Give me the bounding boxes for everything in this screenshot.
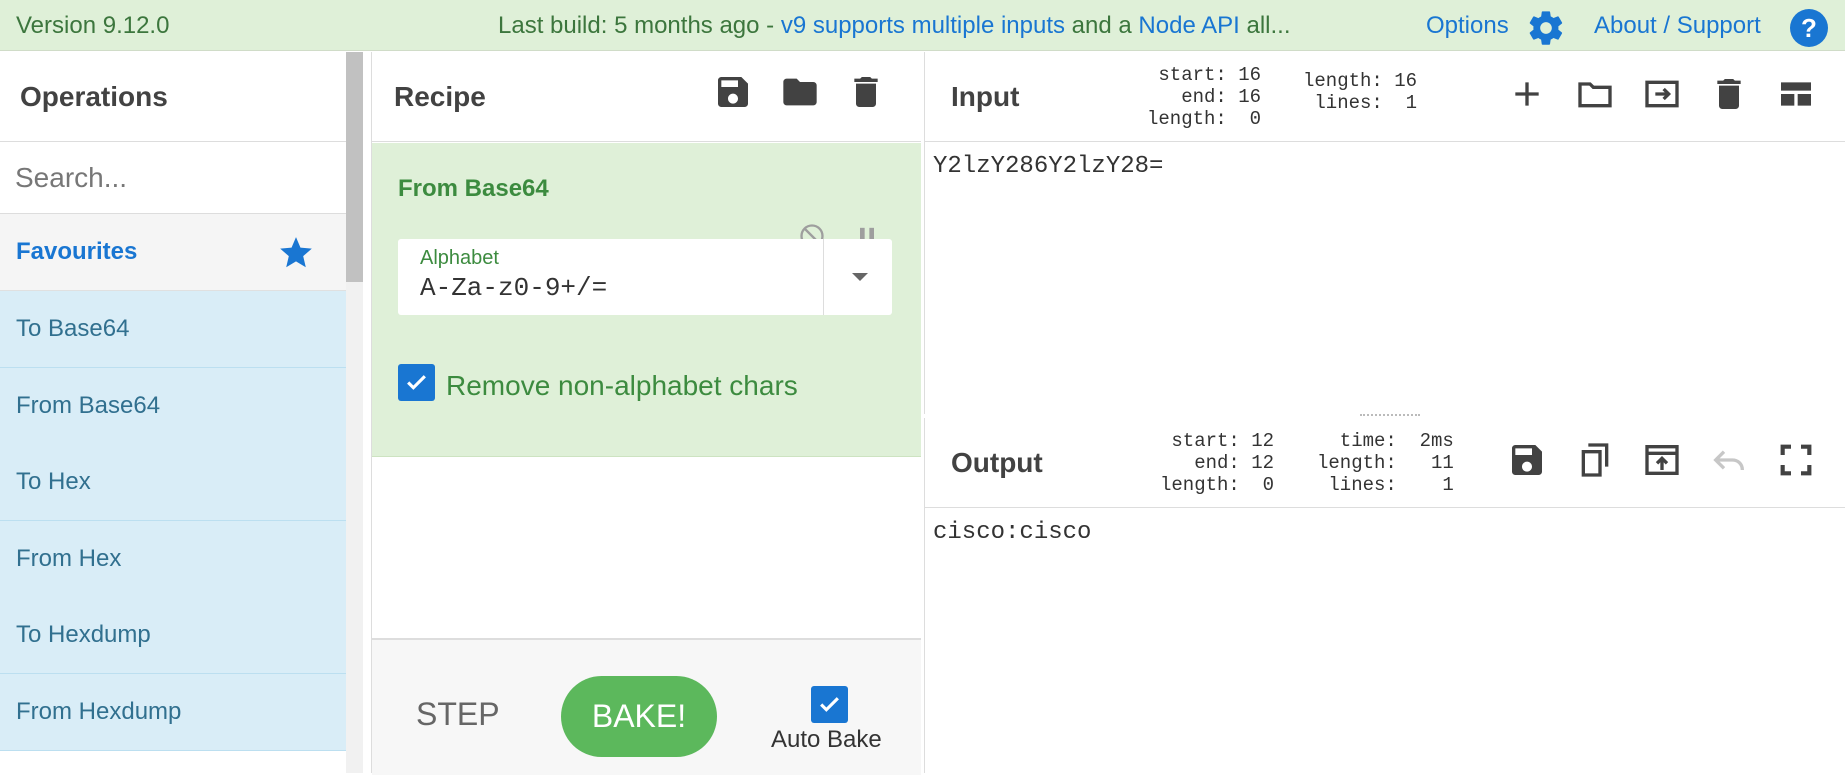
save-icon[interactable] [713, 72, 753, 112]
operation-item-to-base64[interactable]: To Base64 [0, 291, 346, 368]
remove-nonalphabet-checkbox[interactable] [398, 364, 435, 401]
output-selection-stats: start: 12 end: 12 length: 0 [1160, 430, 1275, 496]
recipe-panel: Recipe From Base64 Alphabet A-Za-z0-9+/=… [371, 52, 921, 775]
input-header: Input start: 16 end: 16 length: 0 length… [925, 52, 1845, 142]
input-text[interactable]: Y2lzY286Y2lzY28= [933, 153, 1163, 180]
star-icon[interactable] [277, 234, 315, 272]
favourites-header[interactable]: Favourites [0, 214, 346, 291]
options-link[interactable]: Options [1426, 12, 1509, 40]
input-length-stats: length: 16 lines: 1 [1303, 70, 1418, 114]
copy-icon[interactable] [1575, 440, 1615, 480]
trash-icon[interactable] [1709, 74, 1749, 114]
recipe-operation-card[interactable]: From Base64 Alphabet A-Za-z0-9+/= Remove… [372, 143, 921, 457]
operations-scrollbar-thumb[interactable] [346, 52, 363, 282]
operation-item-to-hexdump[interactable]: To Hexdump [0, 597, 346, 674]
notice-prefix: Last build: 5 months ago - [498, 12, 781, 39]
notice-suffix: all... [1239, 12, 1291, 39]
checkmark-icon [820, 697, 839, 712]
operations-title: Operations [0, 52, 346, 142]
output-time-stats: time: 2ms length: 11 lines: 1 [1317, 430, 1454, 496]
auto-bake-label: Auto Bake [771, 726, 882, 753]
open-file-icon[interactable] [1642, 74, 1682, 114]
top-banner: Version 9.12.0 Last build: 5 months ago … [0, 0, 1845, 51]
help-icon[interactable]: ? [1790, 9, 1828, 47]
favourites-label: Favourites [16, 238, 138, 265]
notice-and: and a [1065, 12, 1139, 39]
build-notice: Last build: 5 months ago - v9 supports m… [498, 12, 1291, 40]
remove-nonalphabet-label: Remove non-alphabet chars [446, 370, 798, 401]
undo-icon [1713, 450, 1744, 471]
bake-controls: STEP BAKE! Auto Bake [372, 638, 921, 775]
operation-item-from-hex[interactable]: From Hex [0, 521, 346, 598]
operation-item-to-hex[interactable]: To Hex [0, 444, 346, 521]
notice-link-v9[interactable]: v9 supports [781, 12, 905, 39]
layout-icon[interactable] [1776, 74, 1816, 114]
about-support-link[interactable]: About / Support [1594, 12, 1761, 40]
gear-icon[interactable] [1526, 8, 1566, 48]
alphabet-value: A-Za-z0-9+/= [420, 273, 608, 303]
notice-link-multiple-inputs[interactable]: multiple inputs [912, 12, 1065, 39]
operation-item-from-base64[interactable]: From Base64 [0, 368, 346, 445]
notice-space [905, 12, 912, 39]
notice-link-node-api[interactable]: Node API [1138, 12, 1239, 39]
recipe-title: Recipe [372, 52, 921, 142]
replace-input-icon[interactable] [1642, 440, 1682, 480]
output-text[interactable]: cisco:cisco [933, 519, 1091, 546]
auto-bake-checkbox[interactable] [811, 686, 848, 723]
checkmark-icon [407, 375, 426, 390]
save-icon[interactable] [1507, 440, 1547, 480]
version-label: Version 9.12.0 [16, 12, 170, 39]
maximise-icon[interactable] [1776, 440, 1816, 480]
operations-panel: Operations Favourites To Base64 From Bas… [0, 52, 346, 773]
output-header: Output start: 12 end: 12 length: 0 time:… [925, 418, 1845, 508]
bake-button[interactable]: BAKE! [561, 676, 717, 757]
operation-item-from-hexdump[interactable]: From Hexdump [0, 674, 346, 751]
folder-icon[interactable] [780, 72, 820, 112]
alphabet-label: Alphabet [420, 247, 499, 269]
chevron-down-icon[interactable] [823, 239, 892, 315]
input-title: Input [951, 81, 1020, 112]
input-panel: Input start: 16 end: 16 length: 0 length… [924, 52, 1845, 414]
open-folder-icon[interactable] [1575, 74, 1615, 114]
input-selection-stats: start: 16 end: 16 length: 0 [1147, 64, 1262, 130]
search-box [0, 142, 346, 214]
trash-icon[interactable] [846, 72, 886, 112]
output-title: Output [951, 447, 1043, 478]
operation-name: From Base64 [398, 175, 549, 202]
search-input[interactable] [0, 142, 335, 194]
alphabet-select[interactable]: Alphabet A-Za-z0-9+/= [398, 239, 892, 315]
output-panel: Output start: 12 end: 12 length: 0 time:… [924, 418, 1845, 773]
step-button[interactable]: STEP [416, 696, 500, 733]
add-icon[interactable] [1507, 74, 1547, 114]
